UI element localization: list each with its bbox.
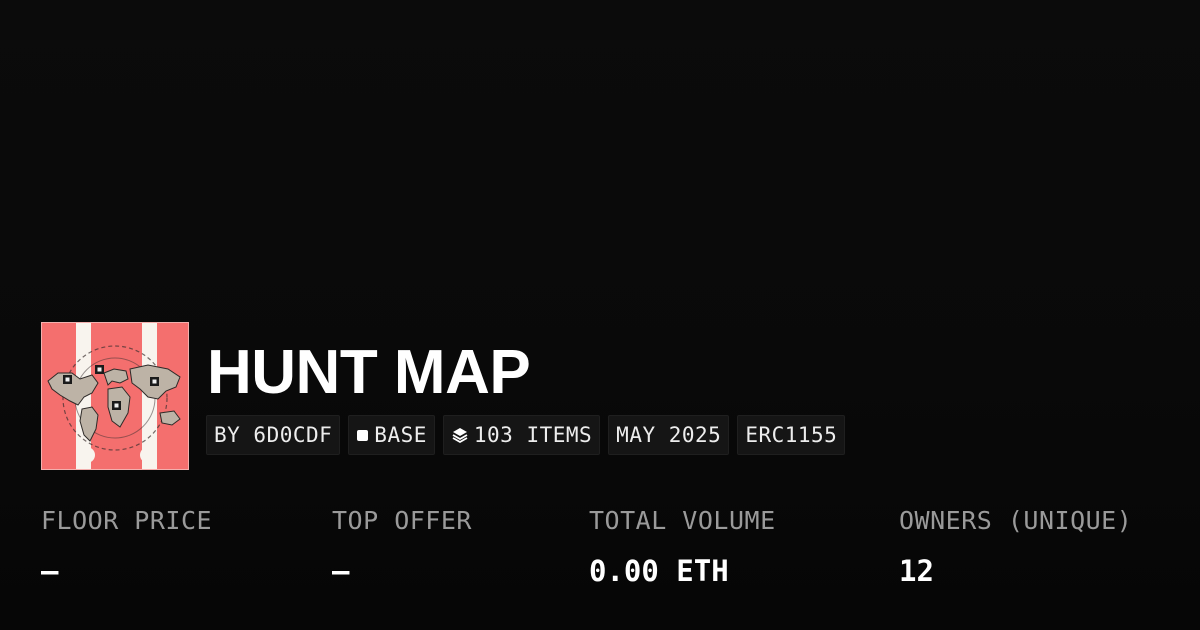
- layers-icon: [451, 426, 469, 444]
- top-offer-stat: TOP OFFER —: [332, 502, 472, 590]
- chain-label: BASE: [374, 423, 427, 447]
- treasure-map-icon: [42, 323, 188, 469]
- standard-tag: ERC1155: [737, 415, 846, 455]
- standard-label: ERC1155: [745, 423, 838, 447]
- floor-price-value: —: [41, 554, 59, 588]
- total-volume-stat: TOTAL VOLUME 0.00 ETH: [589, 502, 776, 590]
- date-tag: MAY 2025: [608, 415, 730, 455]
- floor-price-stat: FLOOR PRICE —: [41, 502, 212, 590]
- owners-stat: OWNERS (UNIQUE) 12: [899, 502, 1132, 590]
- base-chain-icon: [356, 429, 369, 442]
- chain-tag[interactable]: BASE: [348, 415, 435, 455]
- owners-value: 12: [899, 554, 934, 588]
- creator-tag[interactable]: BY 6D0CDF: [206, 415, 341, 455]
- owners-label: OWNERS (UNIQUE): [899, 506, 1133, 535]
- items-tag[interactable]: 103 ITEMS: [442, 415, 601, 455]
- collection-card: HUNT MAP BY 6D0CDF BASE 103 ITEMS MAY 20…: [0, 0, 1200, 630]
- total-volume-label: TOTAL VOLUME: [589, 506, 776, 535]
- collection-tags: BY 6D0CDF BASE 103 ITEMS MAY 2025 ERC115…: [206, 415, 846, 455]
- collection-title: HUNT MAP: [207, 338, 531, 407]
- floor-price-label: FLOOR PRICE: [41, 506, 213, 535]
- top-offer-value: —: [332, 554, 350, 588]
- items-label: 103 ITEMS: [473, 423, 593, 447]
- date-label: MAY 2025: [616, 423, 722, 447]
- collection-image: [41, 322, 189, 470]
- top-offer-label: TOP OFFER: [332, 506, 472, 535]
- creator-label: BY 6D0CDF: [214, 423, 333, 447]
- total-volume-value: 0.00 ETH: [589, 554, 729, 588]
